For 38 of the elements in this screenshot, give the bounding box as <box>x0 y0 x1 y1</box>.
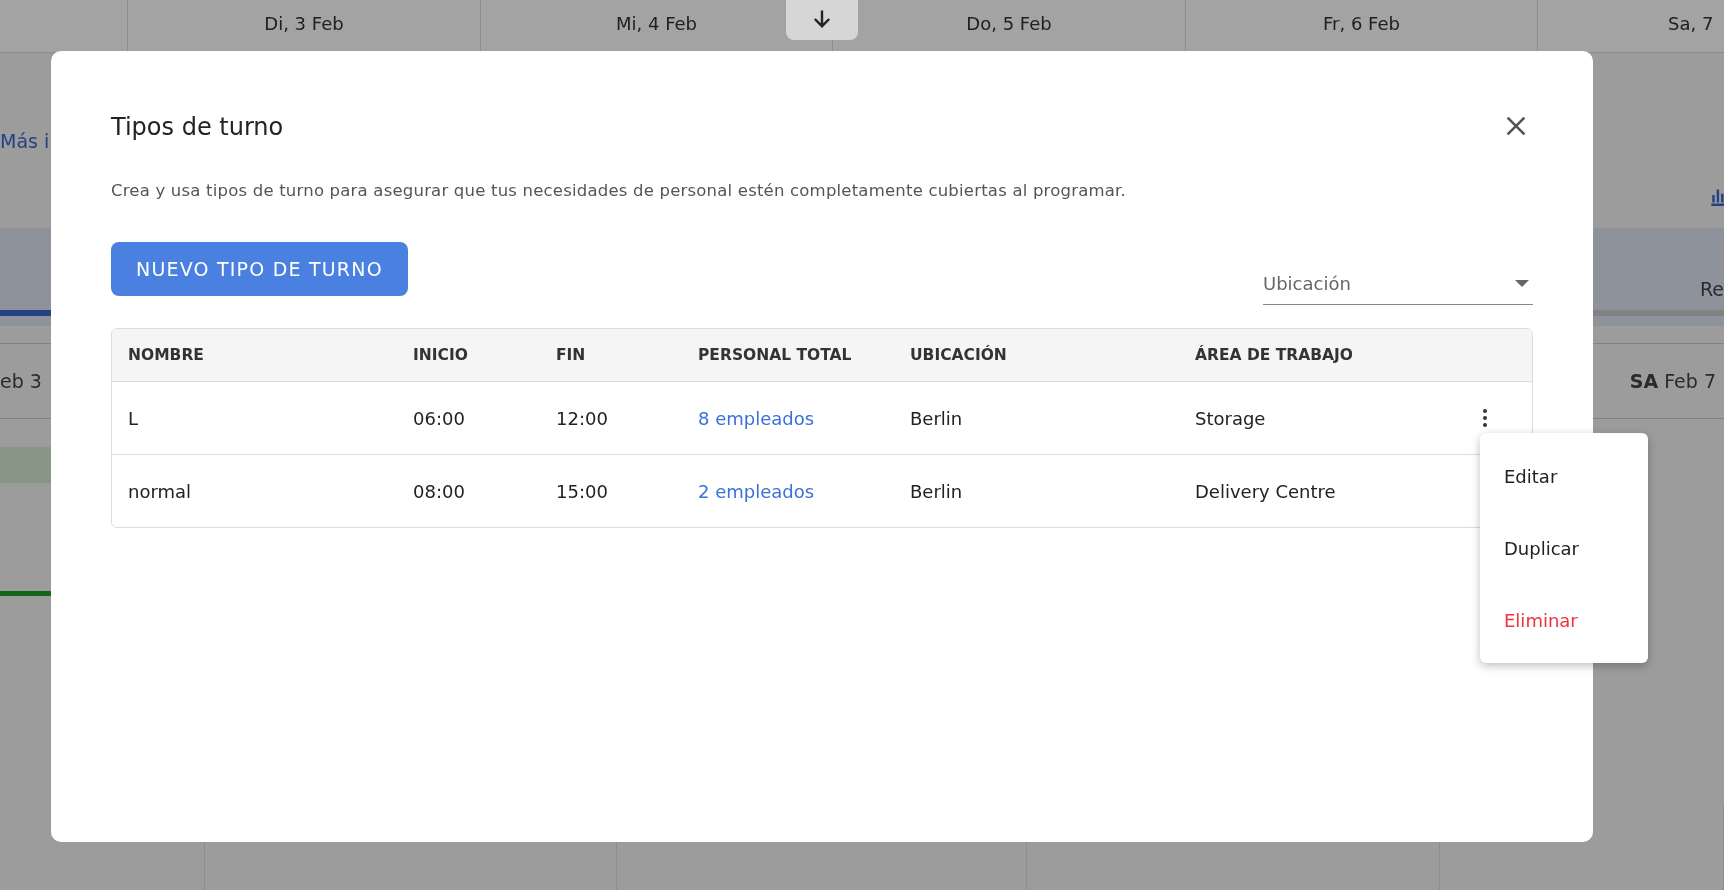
location-select[interactable]: Ubicación <box>1263 262 1533 305</box>
table-cell: Delivery Centre <box>1195 480 1336 502</box>
day-label: SA Feb 7 <box>1629 370 1716 392</box>
table-cell: 06:00 <box>413 407 465 429</box>
day-label: eb 3 <box>0 370 42 392</box>
dialog-description: Crea y usa tipos de turno para asegurar que tus necesidades de personal estén completamente cubiertas al programar. <box>111 181 1127 200</box>
day-heading: Do, 5 Feb <box>966 12 1052 34</box>
staff-link[interactable]: 2 empleados <box>698 480 815 502</box>
menu-item[interactable]: Eliminar <box>1480 584 1648 656</box>
close-icon <box>1504 114 1528 138</box>
column-header: UBICACIÓN <box>910 346 1008 364</box>
scroll-down-button[interactable] <box>786 0 858 40</box>
column-header: PERSONAL TOTAL <box>698 346 853 364</box>
day-heading: Sa, 7 <box>1668 12 1714 34</box>
table-cell: 15:00 <box>556 480 608 502</box>
dialog-title: Tipos de turno <box>111 113 284 141</box>
more-options-icon[interactable] <box>1482 408 1488 428</box>
table-cell: 12:00 <box>556 407 608 429</box>
column-header: ÁREA DE TRABAJO <box>1195 346 1355 364</box>
column-header: NOMBRE <box>128 346 205 364</box>
day-heading: Di, 3 Feb <box>264 12 344 34</box>
staff-link[interactable]: 8 empleados <box>698 407 815 429</box>
day-heading: Mi, 4 Feb <box>616 12 697 34</box>
caret-icon <box>1515 279 1529 287</box>
new-shift-type-button[interactable]: NUEVO TIPO DE TURNO <box>111 242 408 296</box>
table-cell: normal <box>128 480 192 502</box>
table-cell: 08:00 <box>413 480 465 502</box>
column-header: INICIO <box>413 346 469 364</box>
table-cell: Storage <box>1195 407 1266 429</box>
column-header: FIN <box>556 346 587 364</box>
table-cell: Berlin <box>910 407 963 429</box>
menu-item[interactable]: Editar <box>1480 440 1648 512</box>
summary-label: Re <box>1699 278 1724 300</box>
menu-item[interactable]: Duplicar <box>1480 512 1648 584</box>
table-cell: L <box>128 407 139 429</box>
table-cell: Berlin <box>910 480 963 502</box>
day-heading: Fr, 6 Feb <box>1323 12 1400 34</box>
more-link[interactable]: Más i <box>0 129 50 152</box>
